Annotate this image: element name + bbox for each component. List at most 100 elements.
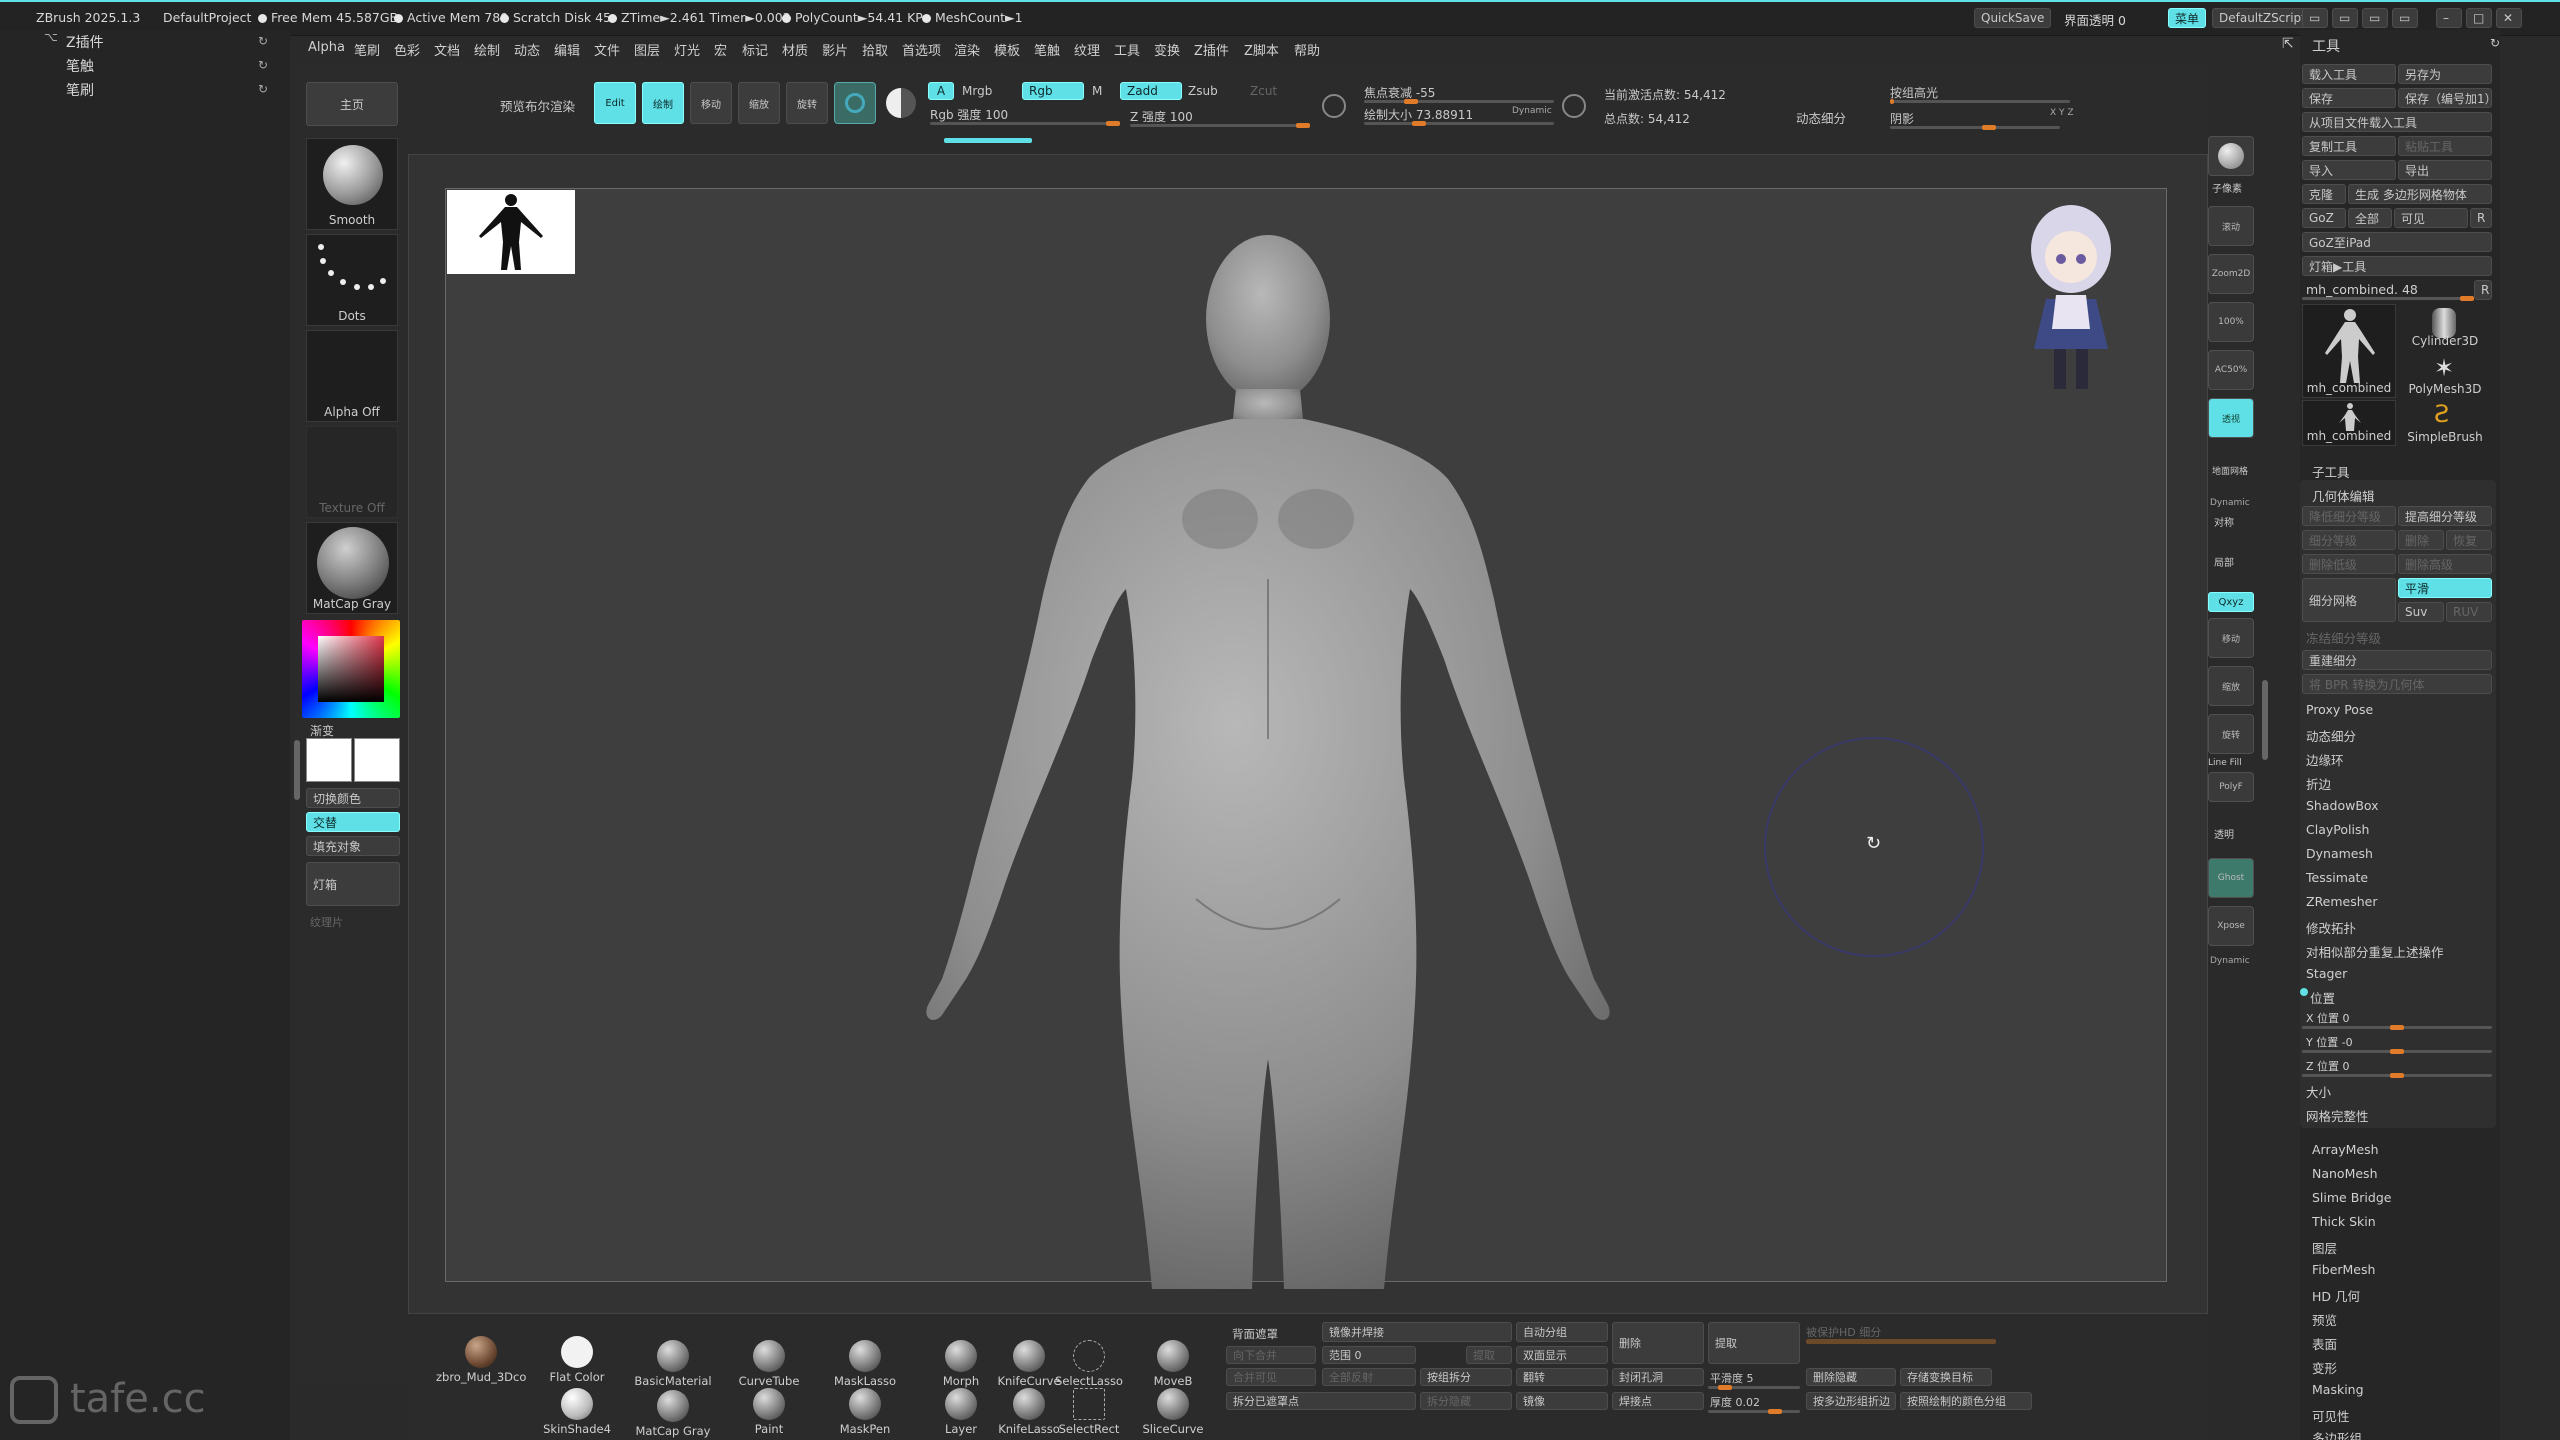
reload-icon[interactable]: ↻ [258,82,268,96]
menu-material[interactable]: 材质 [782,40,808,59]
minimize-icon[interactable]: – [2436,8,2462,28]
auto-group-button[interactable]: 自动分组 [1516,1322,1608,1342]
deformation[interactable]: 变形 [2312,1358,2337,1377]
brush-mask-lasso[interactable]: MaskLasso [820,1340,910,1388]
ghost-button[interactable]: Ghost [2208,858,2254,898]
dynamic-subdiv-button[interactable]: 动态细分 [1796,108,1846,127]
color-picker[interactable] [302,620,400,720]
menu-zscript[interactable]: Z脚本 [1244,40,1279,59]
maximize-icon[interactable]: □ [2466,8,2492,28]
default-zscript-button[interactable]: DefaultZScript [2212,8,2313,28]
z-intensity[interactable]: Z 强度 100 [1130,108,1193,125]
lightbox-button[interactable]: 灯箱 [306,862,400,906]
y-position[interactable]: Y 位置 -0 [2306,1034,2353,1050]
scale-button[interactable]: 缩放 [738,82,780,124]
zadd-toggle[interactable]: Zadd [1120,82,1182,100]
close-holes-button[interactable]: 封闭孔洞 [1612,1368,1704,1386]
menu-tool[interactable]: 工具 [1114,40,1140,59]
double-sided-button[interactable]: 双面显示 [1516,1346,1608,1364]
x-position[interactable]: X 位置 0 [2306,1010,2350,1026]
arraymesh[interactable]: ArrayMesh [2312,1142,2379,1157]
draw-size-slider[interactable] [1364,121,1554,126]
zcut-toggle[interactable]: Zcut [1250,84,1277,98]
flip-button[interactable]: 翻转 [1516,1368,1608,1386]
qxyz-button[interactable]: Qxyz [2208,592,2254,612]
size-label[interactable]: 大小 [2306,1082,2331,1101]
reconstruct-subdiv-small-button[interactable]: 恢复 [2446,530,2492,550]
rotate-view-button[interactable]: 旋转 [2208,714,2254,754]
home-button[interactable]: 主页 [306,82,398,126]
delete-hidden-button[interactable]: 删除隐藏 [1806,1368,1896,1386]
freeze-subdiv-button[interactable]: 冻结细分等级 [2306,628,2381,647]
save-as-button[interactable]: 另存为 [2398,64,2492,84]
slime-bridge[interactable]: Slime Bridge [2312,1190,2391,1205]
xpose-button[interactable]: Xpose [2208,906,2254,946]
menu-light[interactable]: 灯光 [674,40,700,59]
layout-icon[interactable]: ▭ [2302,8,2328,28]
tool-thumb-simplebrush[interactable]: Ƨ SimpleBrush [2398,400,2492,446]
shadow-label[interactable]: 阴影 [1890,110,1914,127]
menu-stencil[interactable]: 模板 [994,40,1020,59]
suv-toggle[interactable]: Suv [2398,602,2444,622]
tool-thumb-mh-combined[interactable]: mh_combined [2302,304,2396,398]
scroll-button[interactable]: 滚动 [2208,206,2254,246]
dynamic2-label[interactable]: Dynamic [2210,956,2250,966]
backface-highlight[interactable]: 按组高光 [1890,84,1938,101]
a-button[interactable]: A [928,82,954,100]
quicksave-button[interactable]: QuickSave [1974,8,2052,28]
mrgb-toggle[interactable]: Mrgb [962,84,992,98]
preview-bool-render[interactable]: 预览布尔渲染 [500,96,575,115]
brush-curve-tube[interactable]: CurveTube [724,1340,814,1388]
menu-draw[interactable]: 绘制 [474,40,500,59]
lazy-mouse-icon[interactable] [1322,94,1346,118]
shadowbox[interactable]: ShadowBox [2306,798,2379,813]
goz-r-button[interactable]: R [2470,208,2492,228]
shadow-slider[interactable] [1890,125,2060,130]
tool-thumb-cylinder3d[interactable]: Cylinder3D [2398,304,2492,350]
dynamesh[interactable]: Dynamesh [2306,846,2373,861]
proxy-pose[interactable]: Proxy Pose [2306,702,2373,717]
export-button[interactable]: 导出 [2398,160,2492,180]
layers[interactable]: 图层 [2312,1238,2337,1257]
brush-select-rect[interactable]: SelectRect [1044,1388,1134,1436]
hd-geometry[interactable]: HD 几何 [2312,1286,2360,1305]
brush-matcap-gray[interactable]: MatCap Gray [628,1390,718,1438]
menu-alpha[interactable]: Alpha [308,40,345,55]
menu-render[interactable]: 渲染 [954,40,980,59]
ruv-toggle[interactable]: RUV [2446,602,2492,622]
extract-small-button[interactable]: 提取 [1466,1346,1512,1364]
tool-thumb-polymesh3d[interactable]: ✶ PolyMesh3D [2398,352,2492,398]
menu-stroke[interactable]: 笔触 [1034,40,1060,59]
brush-skinshade4[interactable]: SkinShade4 [532,1388,622,1436]
split-masked-button[interactable]: 拆分已遮罩点 [1226,1392,1416,1410]
menu-help[interactable]: 帮助 [1294,40,1320,59]
menu-transform[interactable]: 变换 [1154,40,1180,59]
brush-basic-material[interactable]: BasicMaterial [628,1340,718,1388]
pin-icon[interactable]: ⇱ [2282,36,2294,52]
merge-visible-button[interactable]: 合并可见 [1226,1368,1316,1386]
edit-button[interactable]: Edit [594,82,636,124]
save-button[interactable]: 保存 [2302,88,2396,108]
tool-slider[interactable] [2302,296,2474,301]
x-position-slider[interactable] [2302,1025,2492,1030]
transparent-label[interactable]: 透明 [2214,826,2234,841]
local-symmetry-label[interactable]: 局部 [2214,554,2234,569]
lower-subdiv-button[interactable]: 降低细分等级 [2302,506,2396,526]
bpr-button[interactable] [2208,136,2254,176]
rotate-button[interactable]: 旋转 [786,82,828,124]
reflect-all-button[interactable]: 全部反射 [1322,1368,1416,1386]
delete-higher-button[interactable]: 删除高级 [2398,554,2492,574]
nav-stroke[interactable]: 笔触 [66,56,94,76]
modify-topology[interactable]: 修改拓扑 [2306,918,2356,937]
edge-loop[interactable]: 边缘环 [2306,750,2344,769]
focal-shift[interactable]: 焦点衰减 -55 [1364,84,1435,101]
extract-button[interactable]: 提取 [1708,1322,1800,1364]
brush-slice-curve[interactable]: SliceCurve [1128,1388,1218,1436]
floor-grid-label[interactable]: 地面网格 [2212,464,2248,477]
zoom2d-button[interactable]: Zoom2D [2208,254,2254,294]
move-button[interactable]: 移动 [690,82,732,124]
backface-mask[interactable]: 背面遮罩 [1232,1326,1278,1342]
main-color-swatch[interactable] [306,738,352,782]
goz-visible-button[interactable]: 可见 [2394,208,2468,228]
goz-all-button[interactable]: 全部 [2348,208,2392,228]
